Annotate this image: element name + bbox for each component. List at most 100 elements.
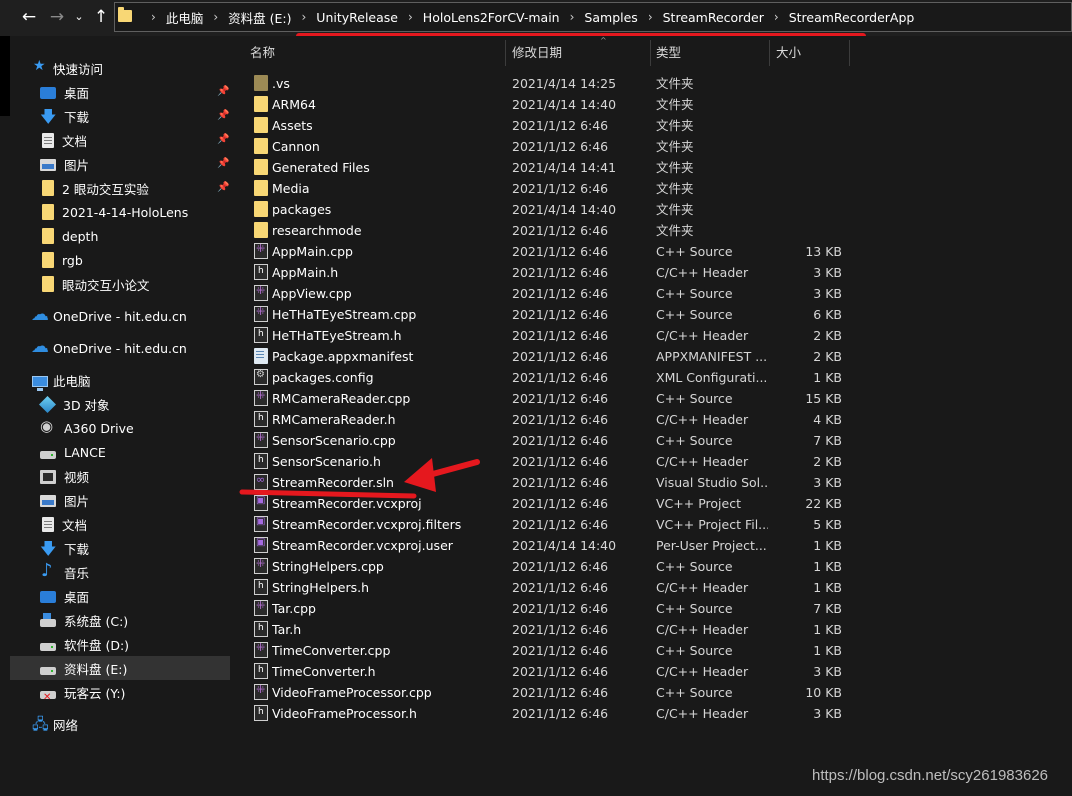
file-date: 2021/4/14 14:40 (512, 202, 617, 217)
file-date: 2021/1/12 6:46 (512, 265, 609, 280)
file-row[interactable]: RMCameraReader.cpp 2021/1/12 6:46 C++ Sour… (248, 388, 1068, 409)
pin-icon[interactable]: 📌 (217, 157, 229, 171)
file-row[interactable]: RMCameraReader.h 2021/1/12 6:46 C/C++ Head… (248, 409, 1068, 430)
file-row[interactable]: packages.config 2021/1/12 6:46 XML Configu… (248, 367, 1068, 388)
sidebar-item-a360[interactable]: A360 Drive (40, 416, 134, 440)
file-size: 15 KB (805, 391, 842, 406)
sidebar-item-pictures[interactable]: 图片 (40, 488, 89, 512)
file-row[interactable]: VideoFrameProcessor.cpp 2021/1/12 6:46 C++… (248, 682, 1068, 703)
file-row[interactable]: Generated Files 2021/4/14 14:41 文件夹 (248, 157, 1068, 178)
file-row[interactable]: StringHelpers.h 2021/1/12 6:46 C/C++ Heade… (248, 577, 1068, 598)
file-row[interactable]: TimeConverter.h 2021/1/12 6:46 C/C++ Heade… (248, 661, 1068, 682)
sidebar-item-downloads[interactable]: 下载 (40, 536, 89, 565)
file-row[interactable]: StreamRecorder.vcxproj 2021/1/12 6:46 VC++… (248, 493, 1068, 514)
sidebar-item-folder[interactable]: 2021-4-14-HoloLens (40, 200, 188, 224)
sidebar-item-folder[interactable]: depth (40, 224, 98, 248)
file-row[interactable]: Package.appxmanifest 2021/1/12 6:46 APPXMA… (248, 346, 1068, 367)
file-row[interactable]: HeTHaTEyeStream.cpp 2021/1/12 6:46 C++ Sou… (248, 304, 1068, 325)
pin-icon[interactable]: 📌 (217, 181, 229, 195)
file-row[interactable]: Tar.h 2021/1/12 6:46 C/C++ Header 1 KB (248, 619, 1068, 640)
column-header-type[interactable]: 类型 (656, 40, 768, 66)
breadcrumb-separator-icon[interactable]: › (648, 10, 653, 24)
file-row[interactable]: StringHelpers.cpp 2021/1/12 6:46 C++ Sourc… (248, 556, 1068, 577)
breadcrumb-item[interactable]: Samples (584, 10, 637, 25)
sidebar-item-pictures[interactable]: 图片 (40, 152, 89, 176)
sidebar-item-onedrive[interactable]: OneDrive - hit.edu.cn (31, 336, 187, 360)
sidebar-item-music[interactable]: 音乐 (40, 560, 89, 584)
file-date: 2021/1/12 6:46 (512, 328, 609, 343)
sidebar-item-folder[interactable]: 眼动交互小论文 (40, 272, 150, 296)
breadcrumb-item[interactable]: 资料盘 (E:) (228, 8, 291, 27)
column-divider[interactable] (849, 40, 850, 66)
file-row[interactable]: SensorScenario.cpp 2021/1/12 6:46 C++ Sour… (248, 430, 1068, 451)
sidebar-item-desktop[interactable]: 桌面 (40, 80, 89, 104)
breadcrumb-item[interactable]: StreamRecorder (663, 10, 764, 25)
address-bar[interactable]: › 此电脑 › 资料盘 (E:) › UnityRelease › HoloLe… (114, 2, 1072, 32)
sidebar-item-lance[interactable]: LANCE (40, 440, 106, 464)
breadcrumb-separator-icon[interactable]: › (774, 10, 779, 24)
sidebar-item-downloads[interactable]: 下载 (40, 104, 89, 133)
file-row[interactable]: HeTHaTEyeStream.h 2021/1/12 6:46 C/C++ Hea… (248, 325, 1068, 346)
file-row[interactable]: StreamRecorder.sln 2021/1/12 6:46 Visual S… (248, 472, 1068, 493)
pin-icon[interactable]: 📌 (217, 85, 229, 99)
cpp-file-icon (254, 599, 268, 616)
breadcrumb-separator-icon[interactable]: › (151, 10, 156, 24)
sidebar-item-desktop[interactable]: 桌面 (40, 584, 89, 608)
breadcrumb-item[interactable]: 此电脑 (166, 8, 204, 27)
sidebar-item-3d-objects[interactable]: 3D 对象 (39, 392, 110, 416)
network-icon (32, 714, 49, 739)
back-arrow-icon[interactable]: ← (18, 6, 40, 28)
sidebar-item-onedrive[interactable]: OneDrive - hit.edu.cn (31, 304, 187, 328)
column-header-size[interactable]: 大小 (776, 40, 848, 66)
file-row[interactable]: Tar.cpp 2021/1/12 6:46 C++ Source 7 KB (248, 598, 1068, 619)
sidebar-item-documents[interactable]: 文档 (40, 128, 87, 152)
breadcrumb-separator-icon[interactable]: › (213, 10, 218, 24)
file-type: C/C++ Header (656, 664, 749, 679)
file-row[interactable]: VideoFrameProcessor.h 2021/1/12 6:46 C/C++… (248, 703, 1068, 724)
sidebar-item-drive-e[interactable]: 资料盘 (E:) (10, 656, 230, 680)
file-date: 2021/1/12 6:46 (512, 223, 609, 238)
breadcrumb-separator-icon[interactable]: › (301, 10, 306, 24)
file-row[interactable]: ARM64 2021/4/14 14:40 文件夹 (248, 94, 1068, 115)
sidebar-quick-access[interactable]: 快速访问 (33, 56, 103, 80)
file-row[interactable]: Media 2021/1/12 6:46 文件夹 (248, 178, 1068, 199)
file-row[interactable]: TimeConverter.cpp 2021/1/12 6:46 C++ Sourc… (248, 640, 1068, 661)
sidebar-item-videos[interactable]: 视频 (40, 464, 89, 488)
column-header-name[interactable]: 名称 (250, 40, 500, 66)
sidebar-item-drive-d[interactable]: 软件盘 (D:) (40, 632, 129, 656)
breadcrumb-separator-icon[interactable]: › (570, 10, 575, 24)
column-divider[interactable] (505, 40, 506, 66)
sidebar-item-drive-y[interactable]: 玩客云 (Y:) (40, 680, 125, 704)
sidebar-item-documents[interactable]: 文档 (40, 512, 87, 536)
up-arrow-icon[interactable]: ↑ (90, 6, 112, 28)
sidebar-item-drive-c[interactable]: 系统盘 (C:) (40, 608, 128, 632)
column-divider[interactable] (650, 40, 651, 66)
file-row[interactable]: packages 2021/4/14 14:40 文件夹 (248, 199, 1068, 220)
breadcrumb-separator-icon[interactable]: › (408, 10, 413, 24)
file-name: TimeConverter.cpp (272, 643, 391, 658)
recent-locations-chevron-icon[interactable]: ⌄ (68, 6, 90, 28)
file-row[interactable]: StreamRecorder.vcxproj.user 2021/4/14 14:… (248, 535, 1068, 556)
breadcrumb-item[interactable]: StreamRecorderApp (789, 10, 915, 25)
column-divider[interactable] (769, 40, 770, 66)
file-row[interactable]: AppMain.h 2021/1/12 6:46 C/C++ Header 3 KB (248, 262, 1068, 283)
file-row[interactable]: StreamRecorder.vcxproj.filters 2021/1/12 … (248, 514, 1068, 535)
pin-icon[interactable]: 📌 (217, 133, 229, 147)
column-header-date[interactable]: 修改日期 (512, 40, 650, 66)
file-row[interactable]: AppView.cpp 2021/1/12 6:46 C++ Source 3 KB (248, 283, 1068, 304)
file-row[interactable]: researchmode 2021/1/12 6:46 文件夹 (248, 220, 1068, 241)
breadcrumb-item[interactable]: HoloLens2ForCV-main (423, 10, 560, 25)
file-row[interactable]: Assets 2021/1/12 6:46 文件夹 (248, 115, 1068, 136)
pin-icon[interactable]: 📌 (217, 109, 229, 123)
file-row[interactable]: Cannon 2021/1/12 6:46 文件夹 (248, 136, 1068, 157)
sidebar-item-this-pc[interactable]: 此电脑 (32, 368, 91, 392)
file-row[interactable]: .vs 2021/4/14 14:25 文件夹 (248, 73, 1068, 94)
file-row[interactable]: AppMain.cpp 2021/1/12 6:46 C++ Source 13 KB (248, 241, 1068, 262)
sidebar-item-folder[interactable]: rgb (40, 248, 83, 272)
forward-arrow-icon[interactable]: → (46, 6, 68, 28)
file-name: VideoFrameProcessor.cpp (272, 685, 432, 700)
file-row[interactable]: SensorScenario.h 2021/1/12 6:46 C/C++ Head… (248, 451, 1068, 472)
sidebar-item-folder[interactable]: 2 眼动交互实验 (40, 176, 149, 200)
breadcrumb-item[interactable]: UnityRelease (316, 10, 398, 25)
sidebar-item-network[interactable]: 网络 (32, 712, 78, 739)
